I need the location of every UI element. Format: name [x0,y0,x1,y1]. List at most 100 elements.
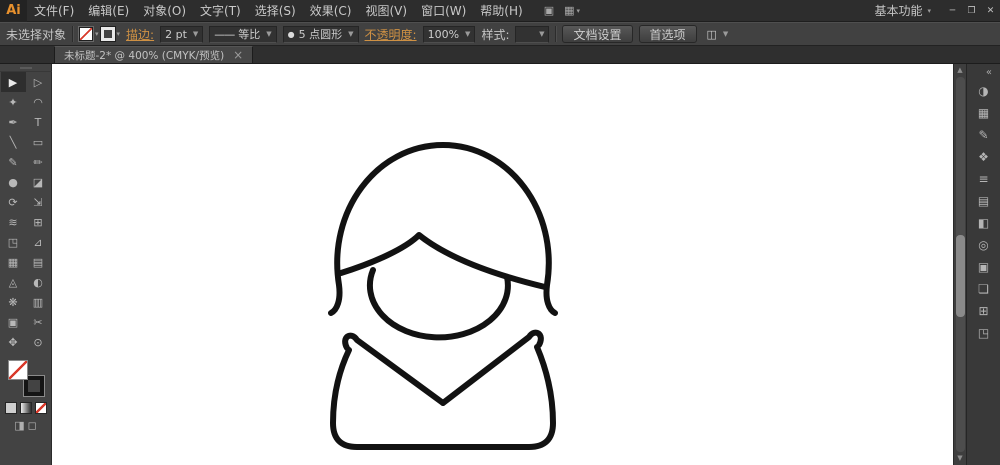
panel-graphic-styles-icon[interactable]: ▣ [971,256,997,278]
tool-magic-wand[interactable]: ✦ [1,92,26,112]
avatar-right-collar-path[interactable] [440,329,544,406]
document-setup-button[interactable]: 文档设置 [562,25,633,43]
menu-help[interactable]: 帮助(H) [473,0,529,22]
tool-gradient[interactable]: ▤ [26,252,51,272]
fill-color-box[interactable] [7,360,28,380]
stroke-weight-select[interactable]: 2 pt ▼ [160,25,204,43]
style-select[interactable]: ▼ [515,25,550,43]
avatar-body-path[interactable] [330,344,556,450]
tool-paintbrush[interactable]: ✎ [1,152,26,172]
tool-slice[interactable]: ✂ [26,312,51,332]
menu-edit[interactable]: 编辑(E) [81,0,136,22]
tool-free-transform[interactable]: ⊞ [26,212,51,232]
menu-select[interactable]: 选择(S) [248,0,303,22]
arrange-documents-icon[interactable]: ▦ ▾ [564,4,580,17]
dropdown-arrow-icon[interactable]: ▾ [117,30,121,38]
panel-symbols-icon[interactable]: ❖ [971,146,997,168]
tool-scale[interactable]: ⇲ [26,192,51,212]
scrollbar-thumb[interactable] [955,234,965,317]
tool-shape-builder[interactable]: ◳ [1,232,26,252]
scroll-up-icon[interactable]: ▲ [957,65,962,76]
menu-view[interactable]: 视图(V) [358,0,414,22]
tool-mesh[interactable]: ▦ [1,252,26,272]
menu-type[interactable]: 文字(T) [193,0,248,22]
tool-type[interactable]: T [26,112,51,132]
control-bar: 未选择对象 ▾ ▾ 描边: 2 pt ▼ —— 等比 ▼ ● 5 点圆形 ▼ 不… [0,22,1000,46]
selection-status: 未选择对象 [6,27,67,42]
panel-appearance-icon[interactable]: ◎ [971,234,997,256]
canvas[interactable] [52,64,953,465]
separator [72,26,74,42]
avatar-artwork[interactable] [325,135,561,451]
tools-panel: ▶ ▷ ✦ ◠ ✒ T ╲ ▭ ✎ ✏ ● ◪ ⟳ ⇲ ≋ ⊞ ◳ ⊿ ▦ ▤ [0,64,52,465]
bridge-icon[interactable]: ▣ [544,4,554,17]
panel-align-icon[interactable]: ⊞ [971,300,997,322]
avatar-left-collar-path[interactable] [342,332,446,406]
gradient-button[interactable] [19,402,32,414]
brush-definition-value: 5 点圆形 [298,28,343,41]
menu-bar: Ai 文件(F) 编辑(E) 对象(O) 文字(T) 选择(S) 效果(C) 视… [0,0,1000,22]
tool-blend[interactable]: ◐ [26,272,51,292]
scroll-down-icon[interactable]: ▼ [957,453,962,464]
none-button[interactable] [34,402,47,414]
dropdown-arrow-icon[interactable]: ▾ [95,30,99,38]
panel-swatches-icon[interactable]: ▦ [971,102,997,124]
menu-object[interactable]: 对象(O) [136,0,193,22]
panel-transparency-icon[interactable]: ◧ [971,212,997,234]
tool-blob-brush[interactable]: ● [1,172,26,192]
brush-definition-select[interactable]: ● 5 点圆形 ▼ [282,25,359,43]
drawing-mode-icon[interactable]: ◨ [14,420,24,432]
tool-eyedropper[interactable]: ◬ [1,272,26,292]
panel-menu-dropdown[interactable]: ◫ ▼ [703,26,733,43]
scrollbar-track[interactable] [955,77,965,452]
menu-window[interactable]: 窗口(W) [414,0,473,22]
tool-symbol-sprayer[interactable]: ❋ [1,292,26,312]
menu-effect[interactable]: 效果(C) [303,0,359,22]
minimize-button[interactable]: ─ [943,0,962,22]
expand-panels-icon[interactable]: « [986,65,1000,80]
panel-gradient-icon[interactable]: ▤ [971,190,997,212]
screen-mode-icon[interactable]: ◻ [28,420,37,432]
panel-stroke-icon[interactable]: ≡ [971,168,997,190]
opacity-panel-link[interactable]: 不透明度: [365,26,417,43]
tool-perspective-grid[interactable]: ⊿ [26,232,51,252]
tool-artboard[interactable]: ▣ [1,312,26,332]
stroke-panel-link[interactable]: 描边: [126,26,154,43]
document-title: 未标题-2* @ 400% (CMYK/预览) [64,49,225,62]
opacity-select[interactable]: 100% ▼ [422,25,476,43]
tool-rectangle[interactable]: ▭ [26,132,51,152]
vertical-scrollbar[interactable]: ▲ ▼ [953,64,966,465]
tool-width[interactable]: ≋ [1,212,26,232]
avatar-face-path[interactable] [366,267,511,341]
close-button[interactable]: ✕ [981,0,1000,22]
tool-pencil[interactable]: ✏ [26,152,51,172]
tool-eraser[interactable]: ◪ [26,172,51,192]
tool-lasso[interactable]: ◠ [26,92,51,112]
stroke-swatch[interactable] [99,26,116,42]
document-tab[interactable]: 未标题-2* @ 400% (CMYK/预览) × [54,46,254,63]
tool-direct-selection[interactable]: ▷ [26,72,51,92]
panel-layers-icon[interactable]: ❏ [971,278,997,300]
close-tab-icon[interactable]: × [233,49,243,61]
panel-pathfinder-icon[interactable]: ◳ [971,322,997,344]
preferences-button[interactable]: 首选项 [638,25,697,43]
width-profile-select[interactable]: —— 等比 ▼ [209,25,277,43]
tool-line-segment[interactable]: ╲ [1,132,26,152]
workspace-label: 基本功能 [874,4,923,18]
tool-column-graph[interactable]: ▥ [26,292,51,312]
workspace-switcher[interactable]: 基本功能 ▾ [862,2,943,19]
tool-zoom[interactable]: ⊙ [26,332,51,352]
fill-swatch[interactable] [78,26,95,42]
avatar-hair-path[interactable] [328,142,558,316]
tool-rotate[interactable]: ⟳ [1,192,26,212]
panel-brushes-icon[interactable]: ✎ [971,124,997,146]
panel-color-icon[interactable]: ◑ [971,80,997,102]
tool-selection[interactable]: ▶ [0,72,26,92]
tools-panel-grip[interactable] [0,64,52,72]
menu-file[interactable]: 文件(F) [27,0,81,22]
tool-pen[interactable]: ✒ [1,112,26,132]
color-button[interactable] [4,402,17,414]
restore-button[interactable]: ❐ [962,0,981,22]
fill-stroke-indicator[interactable] [7,360,45,397]
tool-hand[interactable]: ✥ [1,332,26,352]
